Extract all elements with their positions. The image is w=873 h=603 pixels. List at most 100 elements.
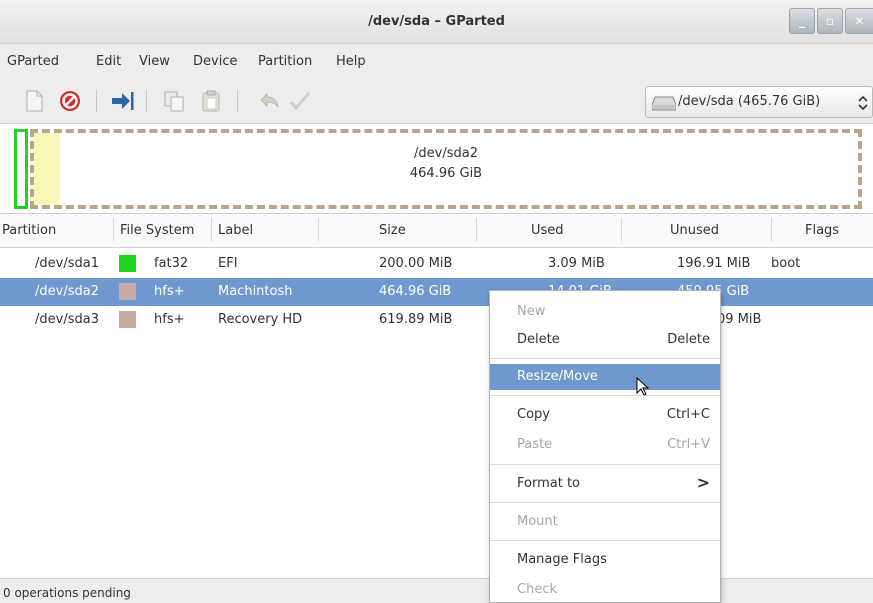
spinner-arrows-icon (858, 95, 868, 111)
cell-partition: /dev/sda2 (35, 284, 99, 299)
status-bar: 0 operations pending (0, 578, 873, 603)
cell-size: 200.00 MiB (379, 256, 453, 271)
copy-icon[interactable] (162, 89, 186, 113)
partition-block-sda2[interactable]: /dev/sda2 464.96 GiB (30, 129, 862, 209)
resize-move-icon[interactable] (110, 89, 134, 113)
paste-icon[interactable] (199, 89, 223, 113)
menu-separator (490, 540, 720, 541)
undo-icon[interactable] (258, 89, 282, 113)
menu-item-label: New (517, 304, 546, 319)
column-header-unused[interactable]: Unused (670, 223, 719, 238)
column-header-flags[interactable]: Flags (805, 223, 839, 238)
table-row[interactable]: /dev/sda1 fat32 EFI 200.00 MiB 3.09 MiB … (0, 250, 873, 278)
cell-filesystem: hfs+ (154, 312, 185, 327)
cell-partition: /dev/sda1 (35, 256, 99, 271)
toolbar-separator (237, 90, 238, 112)
column-header-size[interactable]: Size (379, 223, 406, 238)
menu-help[interactable]: Help (336, 54, 366, 69)
partition-table: Partition File System Label Size Used Un… (0, 214, 873, 578)
menu-separator (490, 464, 720, 465)
table-row[interactable]: /dev/sda2 hfs+ Machintosh 464.96 GiB 14.… (0, 278, 873, 306)
menu-item-accelerator: Delete (667, 332, 710, 347)
menu-separator (490, 358, 720, 359)
harddisk-icon (652, 96, 676, 111)
cell-label: EFI (218, 256, 238, 271)
column-divider (771, 218, 772, 242)
device-label: /dev/sda (465.76 GiB) (678, 94, 821, 109)
filesystem-color-swatch (119, 255, 136, 272)
menu-item-label: Delete (517, 332, 560, 347)
toolbar-separator (96, 90, 97, 112)
menu-item-mount[interactable]: Mount (490, 509, 720, 535)
submenu-arrow-icon: > (696, 473, 710, 492)
new-icon[interactable] (22, 89, 46, 113)
column-header-filesystem[interactable]: File System (120, 223, 194, 238)
menu-item-new[interactable]: New (490, 299, 720, 325)
menu-item-label: Resize/Move (517, 369, 598, 384)
column-header-partition[interactable]: Partition (2, 223, 56, 238)
status-text: 0 operations pending (3, 586, 131, 600)
column-divider (318, 218, 319, 242)
window-title: /dev/sda – GParted (368, 14, 505, 29)
column-divider (476, 218, 477, 242)
partition-block-size: 464.96 GiB (409, 166, 483, 181)
cell-label: Machintosh (218, 284, 293, 299)
minimize-button[interactable]: _ (789, 8, 815, 34)
partition-context-menu: New Delete Delete Resize/Move Copy Ctrl+… (489, 290, 721, 603)
toolbar: /dev/sda (465.76 GiB) (0, 80, 873, 124)
cell-size: 464.96 GiB (379, 284, 452, 299)
toolbar-separator (146, 90, 147, 112)
cell-filesystem: fat32 (154, 256, 189, 271)
menu-partition[interactable]: Partition (258, 54, 312, 69)
cell-unused: 09 MiB (717, 312, 762, 327)
column-header-used[interactable]: Used (531, 223, 564, 238)
menu-edit[interactable]: Edit (96, 54, 121, 69)
menu-item-label: Mount (517, 514, 558, 529)
menu-item-resize-move[interactable]: Resize/Move (490, 364, 720, 390)
menu-device[interactable]: Device (193, 54, 237, 69)
menu-item-accelerator: Ctrl+C (666, 407, 710, 422)
cell-unused: 196.91 MiB (677, 256, 751, 271)
menu-item-manage-flags[interactable]: Manage Flags (490, 547, 720, 573)
cell-filesystem: hfs+ (154, 284, 185, 299)
menu-item-format-to[interactable]: Format to > (490, 471, 720, 497)
device-selector[interactable]: /dev/sda (465.76 GiB) (645, 86, 873, 118)
menu-item-label: Check (517, 582, 557, 597)
menu-item-label: Copy (517, 407, 550, 422)
cell-size: 619.89 MiB (379, 312, 453, 327)
filesystem-color-swatch (119, 311, 136, 328)
delete-icon[interactable] (58, 89, 82, 113)
menu-item-paste[interactable]: Paste Ctrl+V (490, 432, 720, 458)
maximize-button[interactable]: ▫ (817, 8, 843, 34)
column-header-label[interactable]: Label (218, 223, 253, 238)
menu-item-delete[interactable]: Delete Delete (490, 327, 720, 353)
mouse-pointer-icon (636, 377, 650, 396)
menu-item-label: Paste (517, 437, 553, 452)
menu-item-check[interactable]: Check (490, 577, 720, 603)
menu-bar: GParted Edit View Device Partition Help (0, 44, 873, 80)
apply-icon[interactable] (288, 89, 312, 113)
close-button[interactable]: ✕ (845, 8, 873, 34)
menu-item-copy[interactable]: Copy Ctrl+C (490, 402, 720, 428)
title-bar: /dev/sda – GParted _ ▫ ✕ (0, 0, 873, 44)
cell-partition: /dev/sda3 (35, 312, 99, 327)
column-divider (211, 218, 212, 242)
cell-used: 3.09 MiB (548, 256, 605, 271)
column-divider (621, 218, 622, 242)
menu-item-label: Manage Flags (517, 552, 607, 567)
column-divider (113, 218, 114, 242)
menu-view[interactable]: View (139, 54, 170, 69)
table-row[interactable]: /dev/sda3 hfs+ Recovery HD 619.89 MiB 09… (0, 306, 873, 334)
cell-label: Recovery HD (218, 312, 303, 327)
menu-separator (490, 395, 720, 396)
menu-item-accelerator: Ctrl+V (667, 437, 710, 452)
menu-item-label: Format to (517, 476, 580, 491)
cell-flags: boot (771, 256, 801, 271)
filesystem-color-swatch (119, 283, 136, 300)
menu-gparted[interactable]: GParted (7, 54, 59, 69)
table-header: Partition File System Label Size Used Un… (0, 214, 873, 248)
menu-separator (490, 502, 720, 503)
partition-block-name: /dev/sda2 (414, 146, 478, 161)
disk-graphic: /dev/sda2 464.96 GiB (0, 124, 873, 214)
partition-block-sda1[interactable] (14, 129, 28, 209)
